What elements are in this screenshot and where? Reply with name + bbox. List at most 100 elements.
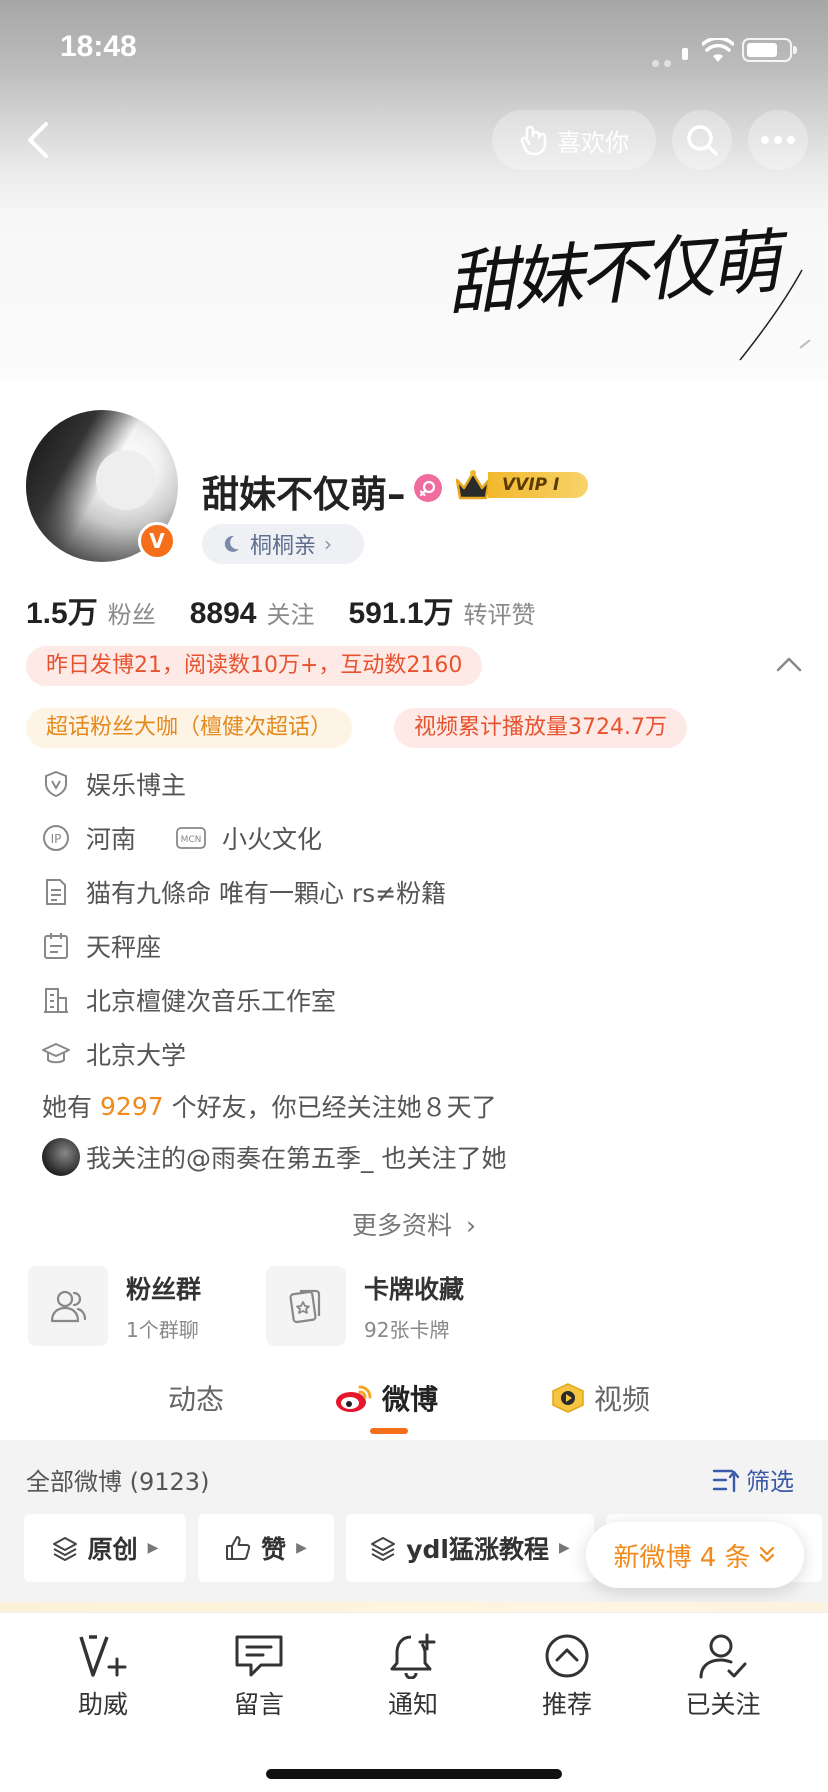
chat-bubble-icon: [235, 1635, 283, 1677]
nav-message-label: 留言: [233, 1690, 284, 1719]
double-chevron-down-icon: [759, 1546, 774, 1563]
svg-text:甜妹不仅萌: 甜妹不仅萌: [444, 220, 793, 326]
new-posts-toast[interactable]: 新微博 4 条: [586, 1522, 804, 1588]
calligraphy-banner: 甜妹不仅萌: [440, 200, 820, 380]
like-you-label: 喜欢你: [557, 128, 629, 157]
friends-suffix: 个好友，你已经关注她８天了: [171, 1093, 497, 1122]
nav-recommend[interactable]: 推荐: [512, 1633, 622, 1721]
mcn-icon: MCN: [176, 824, 206, 852]
cheer-icon: [79, 1635, 127, 1677]
followers-count[interactable]: 1.5万: [26, 588, 98, 632]
nav-cheer[interactable]: 助威: [48, 1633, 158, 1721]
home-indicator: [266, 1769, 562, 1779]
card-collection-title: 卡牌收藏: [364, 1274, 465, 1304]
back-button[interactable]: [20, 118, 60, 162]
fan-tag-chip[interactable]: 桐桐亲 ›: [202, 524, 364, 564]
chevron-left-icon: [28, 122, 48, 158]
nav-notify[interactable]: 通知: [358, 1633, 468, 1721]
document-icon: [42, 878, 70, 906]
video-icon: [552, 1383, 584, 1413]
new-posts-label: 新微博 4 条: [613, 1542, 751, 1573]
tab-weibo-label: 微博: [382, 1383, 439, 1416]
profile-name: 甜妹不仅萌–: [202, 473, 406, 516]
more-dots-icon: [761, 136, 795, 144]
card-icon: [266, 1266, 346, 1346]
crown-icon: [455, 470, 491, 500]
nav-recommend-label: 推荐: [541, 1690, 592, 1719]
nav-cheer-label: 助威: [77, 1690, 128, 1719]
video-plays-pill[interactable]: 视频累计播放量3724.7万: [394, 708, 687, 748]
profile-tabs: 动态 微博 视频: [0, 1370, 828, 1442]
location-row: IP 河南 MCN 小火文化: [42, 820, 322, 856]
signal-icon: [652, 52, 676, 71]
more-button[interactable]: [748, 110, 808, 170]
hand-heart-icon: [520, 125, 547, 156]
filter-label: 筛选: [746, 1468, 794, 1496]
profile-page: 18:48 喜欢你 甜妹不仅萌 V 甜妹不仅萌– VVIP Ⅰ 桐桐亲 › 1.…: [0, 0, 828, 1792]
friends-count[interactable]: 9297: [100, 1092, 164, 1121]
bottom-nav: 助威 留言 通知 推荐 已关注: [0, 1612, 828, 1792]
graduation-cap-icon: [42, 1040, 70, 1068]
female-icon: [414, 474, 442, 502]
user-check-icon: [699, 1634, 747, 1679]
svg-text:MCN: MCN: [181, 835, 202, 845]
chevron-right-icon: ›: [465, 1211, 476, 1240]
tab-weibo[interactable]: 微博: [334, 1378, 438, 1418]
weibo-logo-icon: [336, 1385, 372, 1412]
all-weibo-count: 全部微博 (9123): [26, 1468, 210, 1496]
tab-dynamics-label: 动态: [168, 1383, 225, 1416]
mutual-row[interactable]: 我关注的@雨奏在第五季_ 也关注了她: [42, 1138, 506, 1176]
friends-row: 她有 9297 个好友，你已经关注她８天了: [42, 1088, 497, 1124]
following-label[interactable]: 关注: [266, 595, 314, 630]
ip-location-text: 河南: [86, 825, 137, 854]
chip-original[interactable]: 原创 ▶: [24, 1514, 186, 1582]
filter-icon: [712, 1469, 740, 1492]
bio-row: 猫有九條命 唯有一顆心 rs≠粉籍: [42, 874, 446, 910]
chevron-up-icon[interactable]: [776, 656, 802, 672]
arrow-up-circle-icon: [545, 1634, 589, 1678]
zodiac-row: 天秤座: [42, 928, 161, 964]
category-row: 娱乐博主: [42, 766, 186, 802]
chip-liked[interactable]: 赞 ▶: [198, 1514, 334, 1582]
chip-liked-label: 赞: [261, 1535, 287, 1564]
more-info-link[interactable]: 更多资料 ›: [0, 1206, 828, 1242]
company-text: 北京檀健次音乐工作室: [86, 987, 337, 1016]
fan-group-card[interactable]: 粉丝群 1个群聊: [28, 1266, 201, 1346]
school-row: 北京大学: [42, 1036, 186, 1072]
layers-icon: [52, 1537, 77, 1561]
tab-video[interactable]: 视频: [550, 1378, 650, 1418]
card-collection-card[interactable]: 卡牌收藏 92张卡牌: [266, 1266, 464, 1346]
following-count[interactable]: 8894: [190, 597, 257, 631]
zodiac-text: 天秤座: [86, 933, 162, 962]
ip-icon: IP: [42, 824, 70, 852]
search-icon: [687, 125, 718, 156]
mcn-text[interactable]: 小火文化: [222, 820, 322, 856]
yesterday-stats-pill[interactable]: 昨日发博21，阅读数10万+，互动数2160: [26, 646, 483, 686]
fan-group-subtitle: 1个群聊: [126, 1317, 199, 1342]
nav-message[interactable]: 留言: [204, 1633, 314, 1721]
nav-followed[interactable]: 已关注: [668, 1633, 778, 1721]
fan-tag-label: 桐桐亲: [250, 534, 317, 559]
friends-prefix: 她有: [42, 1093, 93, 1122]
filter-button[interactable]: 筛选: [712, 1462, 794, 1497]
nav-notify-label: 通知: [387, 1690, 438, 1719]
verified-mark: V: [149, 529, 165, 553]
wifi-icon: [702, 38, 734, 62]
supertopic-pill[interactable]: 超话粉丝大咖（檀健次超话）: [26, 708, 353, 748]
search-button[interactable]: [672, 110, 732, 170]
like-you-button[interactable]: 喜欢你: [492, 110, 656, 170]
status-time: 18:48: [60, 30, 137, 63]
status-bar: 18:48: [0, 0, 828, 100]
active-tab-indicator: [370, 1428, 408, 1434]
tab-dynamics[interactable]: 动态: [168, 1378, 224, 1418]
users-icon: [28, 1266, 108, 1346]
triangle-right-icon: ▶: [296, 1540, 307, 1556]
followers-label[interactable]: 粉丝: [108, 595, 156, 630]
triangle-right-icon: ▶: [558, 1540, 570, 1556]
battery-icon: [742, 38, 797, 62]
verified-badge: V: [138, 522, 176, 560]
chevron-right-icon: ›: [324, 532, 333, 556]
chip-ydl[interactable]: ydl猛涨教程 ▶: [346, 1514, 594, 1582]
moon-icon: [224, 535, 239, 552]
calendar-icon: [42, 932, 70, 960]
